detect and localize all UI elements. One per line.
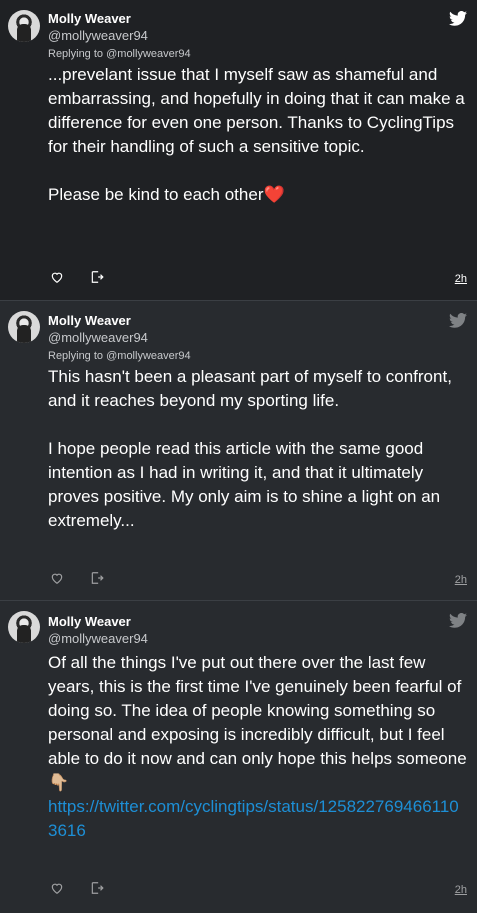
tweet-card[interactable]: Molly Weaver @mollyweaver94 Replying to …	[0, 0, 477, 300]
twitter-bird-icon[interactable]	[449, 613, 467, 628]
heart-icon[interactable]	[50, 571, 64, 585]
tweet-text-paragraph: ...prevelant issue that I myself saw as …	[48, 65, 470, 156]
tweet-text: This hasn't been a pleasant part of myse…	[48, 365, 468, 533]
tweet-text-paragraph: This hasn't been a pleasant part of myse…	[48, 367, 457, 410]
tweet-link[interactable]: https://twitter.com/cyclingtips/status/1…	[48, 795, 468, 843]
reply-context: Replying to @mollyweaver94	[48, 350, 191, 362]
author-handle[interactable]: @mollyweaver94	[48, 631, 148, 646]
timestamp[interactable]: 2h	[455, 273, 467, 285]
pointing-down-emoji: 👇🏼	[48, 773, 70, 792]
twitter-bird-icon[interactable]	[449, 313, 467, 328]
tweet-card[interactable]: Molly Weaver @mollyweaver94 Replying to …	[0, 301, 477, 600]
reply-to-handle[interactable]: @mollyweaver94	[106, 350, 191, 362]
heart-emoji: ❤️	[263, 185, 285, 204]
heart-icon[interactable]	[50, 881, 64, 895]
tweet-card[interactable]: Molly Weaver @mollyweaver94 Of all the t…	[0, 601, 477, 913]
tweet-text: ...prevelant issue that I myself saw as …	[48, 63, 468, 207]
reply-to-handle[interactable]: @mollyweaver94	[106, 48, 191, 60]
heart-icon[interactable]	[50, 270, 64, 284]
share-icon[interactable]	[90, 881, 104, 895]
share-icon[interactable]	[90, 270, 104, 284]
author-handle[interactable]: @mollyweaver94	[48, 28, 148, 43]
avatar[interactable]	[8, 10, 40, 42]
reply-prefix: Replying to	[48, 350, 104, 362]
avatar[interactable]	[8, 311, 40, 343]
twitter-bird-icon[interactable]	[449, 11, 467, 26]
author-name[interactable]: Molly Weaver	[48, 614, 131, 629]
reply-context: Replying to @mollyweaver94	[48, 48, 191, 60]
author-name[interactable]: Molly Weaver	[48, 313, 131, 328]
timestamp[interactable]: 2h	[455, 884, 467, 896]
author-name[interactable]: Molly Weaver	[48, 11, 131, 26]
avatar[interactable]	[8, 611, 40, 643]
reply-prefix: Replying to	[48, 48, 104, 60]
tweet-text-paragraph: Please be kind to each other	[48, 185, 264, 204]
timestamp[interactable]: 2h	[455, 574, 467, 586]
tweet-text: Of all the things I've put out there ove…	[48, 651, 468, 843]
tweet-text-paragraph: Of all the things I've put out there ove…	[48, 653, 467, 768]
tweet-text-paragraph: I hope people read this article with the…	[48, 439, 445, 530]
author-handle[interactable]: @mollyweaver94	[48, 330, 148, 345]
share-icon[interactable]	[90, 571, 104, 585]
